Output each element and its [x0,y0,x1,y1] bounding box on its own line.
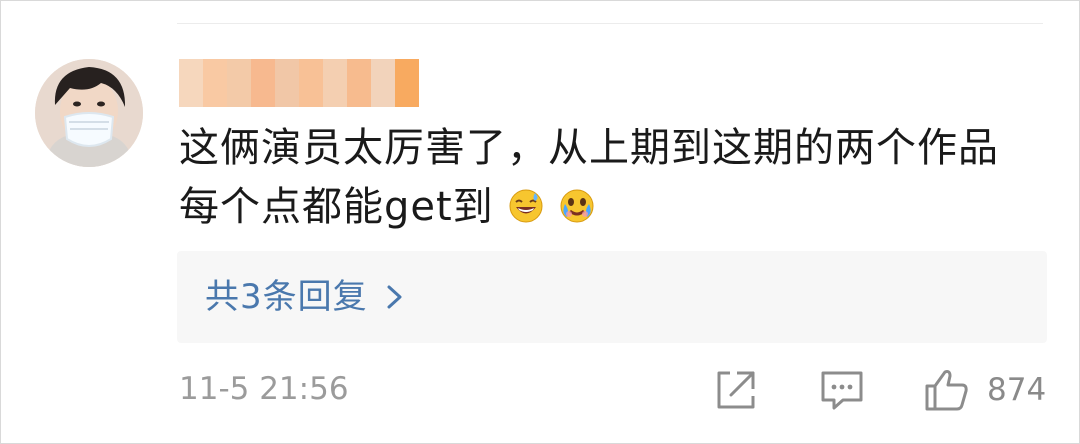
share-icon [717,371,755,409]
view-replies-button[interactable]: 共3条回复 [177,251,1047,343]
comment-timestamp: 11-5 21:56 [179,371,349,407]
top-divider [177,23,1043,24]
comment-card: 这俩演员太厉害了，从上期到这期的两个作品每个点都能get到 共3条回复 11-5… [0,0,1080,444]
like-button[interactable]: 874 [923,367,1053,413]
like-count: 874 [987,372,1047,408]
username-blurred[interactable] [179,59,419,107]
replies-label[interactable]: 共3条回复 [205,273,368,321]
comment-button[interactable] [819,367,865,413]
avatar[interactable] [35,59,143,167]
comment-text: 这俩演员太厉害了，从上期到这期的两个作品每个点都能get到 [179,119,1039,237]
grinning-sweat-emoji [509,189,543,223]
avatar-image [35,59,143,167]
thumbs-up-icon [925,370,968,411]
tears-of-joy-emoji [560,189,594,223]
chevron-right-icon [387,285,402,309]
comment-icon [821,371,863,410]
share-button[interactable] [713,367,759,413]
